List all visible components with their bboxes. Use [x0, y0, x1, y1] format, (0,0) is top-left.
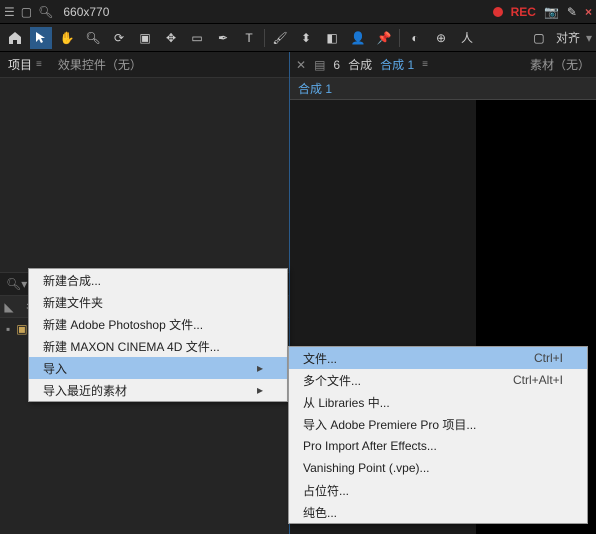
tab-menu-icon[interactable]: ≡ [36, 59, 42, 70]
extra-tool-2-icon[interactable]: ⊕ [430, 27, 452, 49]
tab-menu-icon[interactable]: ≡ [422, 59, 428, 70]
project-panel-tabs: 项目 ≡ 效果控件（无） [0, 52, 289, 78]
tab-material[interactable]: 素材（无） [530, 56, 590, 73]
composition-icon: ▣ [16, 322, 27, 336]
titlebar: ☰ ▢ 🔍︎ 660x770 REC 📷 ✎ × [0, 0, 596, 24]
tab-project[interactable]: 项目 ≡ [8, 56, 42, 73]
menu-import-vpe[interactable]: Vanishing Point (.vpe)... [289, 457, 587, 479]
menu-new-c4d[interactable]: 新建 MAXON CINEMA 4D 文件... [29, 335, 287, 357]
menu-label: 文件... [303, 350, 337, 367]
menu-import-solid[interactable]: 纯色... [289, 501, 587, 523]
record-dot-icon [493, 7, 503, 17]
menu-label: 新建文件夹 [43, 294, 103, 311]
chevron-down-icon[interactable]: ▾ [586, 31, 592, 45]
composition-panel-tabs: ✕ ▤ 6 合成 合成 1 ≡ 素材（无） [290, 52, 596, 78]
active-composition-tab[interactable]: 合成 1 [298, 80, 332, 97]
pencil-icon[interactable]: ✎ [567, 5, 577, 19]
search-icon[interactable]: 🔍︎▾ [6, 277, 27, 291]
window-title: 660x770 [63, 5, 109, 19]
menu-new-composition[interactable]: 新建合成... [29, 269, 287, 291]
tab-composition-label[interactable]: 合成 [348, 56, 372, 73]
orbit-tool-icon[interactable]: ⟳ [108, 27, 130, 49]
rect-tool-icon[interactable]: ▭ [186, 27, 208, 49]
menu-label: 导入 Adobe Premiere Pro 项目... [303, 416, 476, 433]
anchor-tool-icon[interactable]: ✥ [160, 27, 182, 49]
menu-new-photoshop[interactable]: 新建 Adobe Photoshop 文件... [29, 313, 287, 335]
menu-import-libraries[interactable]: 从 Libraries 中... [289, 391, 587, 413]
close-button[interactable]: × [585, 5, 592, 19]
context-menu-project: 新建合成... 新建文件夹 新建 Adobe Photoshop 文件... 新… [28, 268, 288, 402]
toolbar: ✋ 🔍︎ ⟳ ▣ ✥ ▭ ✒ T 🖌 ⬍ ◧ 👤 📌 ◐ ⊕ 人 ▢ 对齐 ▾ [0, 24, 596, 52]
menu-import-placeholder[interactable]: 占位符... [289, 479, 587, 501]
puppet-tool-icon[interactable]: 📌 [373, 27, 395, 49]
tab-composition-name[interactable]: 合成 1 [380, 56, 414, 73]
snap-icon[interactable]: ▢ [528, 27, 550, 49]
project-content[interactable] [0, 78, 289, 272]
zoom-tool-icon[interactable]: 🔍︎ [82, 27, 104, 49]
menu-label: 新建 MAXON CINEMA 4D 文件... [43, 338, 220, 355]
menu-import-multiple[interactable]: 多个文件... Ctrl+Alt+I [289, 369, 587, 391]
menu-import-file[interactable]: 文件... Ctrl+I [289, 347, 587, 369]
menu-label: 多个文件... [303, 372, 361, 389]
menu-label: 新建合成... [43, 272, 101, 289]
window-icon[interactable]: ▢ [21, 5, 32, 19]
menu-label: 导入 [43, 360, 67, 377]
menu-label: 占位符... [303, 482, 349, 499]
layer-icon[interactable]: ▤ [314, 58, 325, 72]
extra-tool-3-icon[interactable]: 人 [456, 27, 478, 49]
eraser-tool-icon[interactable]: ◧ [321, 27, 343, 49]
composition-tab-row: 合成 1 [290, 78, 596, 100]
roto-tool-icon[interactable]: 👤 [347, 27, 369, 49]
layer-count: 6 [333, 58, 340, 72]
toolbar-divider [264, 29, 265, 47]
menu-shortcut: Ctrl+I [504, 351, 563, 365]
arrow-tool-icon[interactable] [30, 27, 52, 49]
x-icon[interactable]: ✕ [296, 58, 306, 72]
menu-import-pro[interactable]: Pro Import After Effects... [289, 435, 587, 457]
menu-label: 导入最近的素材 [43, 382, 127, 399]
menu-label: 新建 Adobe Photoshop 文件... [43, 316, 203, 333]
toolbar-divider [399, 29, 400, 47]
camera-icon[interactable]: 📷 [544, 5, 559, 19]
menu-import[interactable]: 导入 ▸ [29, 357, 287, 379]
camera-tool-icon[interactable]: ▣ [134, 27, 156, 49]
menu-shortcut: Ctrl+Alt+I [483, 373, 563, 387]
menu-icon[interactable]: ☰ [4, 5, 15, 19]
menu-import-recent[interactable]: 导入最近的素材 ▸ [29, 379, 287, 401]
menu-label: Pro Import After Effects... [303, 439, 437, 453]
menu-label: 从 Libraries 中... [303, 394, 390, 411]
brush-tool-icon[interactable]: 🖌 [269, 27, 291, 49]
extra-tool-1-icon[interactable]: ◐ [404, 27, 426, 49]
submenu-arrow-icon: ▸ [257, 361, 263, 375]
menu-label: 纯色... [303, 504, 337, 521]
submenu-arrow-icon: ▸ [257, 383, 263, 397]
align-label[interactable]: 对齐 [556, 29, 580, 46]
search-icon[interactable]: 🔍︎ [38, 5, 53, 19]
context-menu-import-sub: 文件... Ctrl+I 多个文件... Ctrl+Alt+I 从 Librarie… [288, 346, 588, 524]
menu-label: Vanishing Point (.vpe)... [303, 461, 430, 475]
tab-project-label: 项目 [8, 56, 32, 73]
tab-effect-controls[interactable]: 效果控件（无） [58, 56, 142, 73]
home-icon[interactable] [4, 27, 26, 49]
record-label[interactable]: REC [511, 5, 536, 19]
tag-icon[interactable]: ◣ [0, 300, 18, 314]
stamp-tool-icon[interactable]: ⬍ [295, 27, 317, 49]
pen-tool-icon[interactable]: ✒ [212, 27, 234, 49]
text-tool-icon[interactable]: T [238, 27, 260, 49]
hand-tool-icon[interactable]: ✋ [56, 27, 78, 49]
menu-import-premiere[interactable]: 导入 Adobe Premiere Pro 项目... [289, 413, 587, 435]
menu-new-folder[interactable]: 新建文件夹 [29, 291, 287, 313]
expand-icon[interactable]: ▪ [6, 322, 10, 336]
